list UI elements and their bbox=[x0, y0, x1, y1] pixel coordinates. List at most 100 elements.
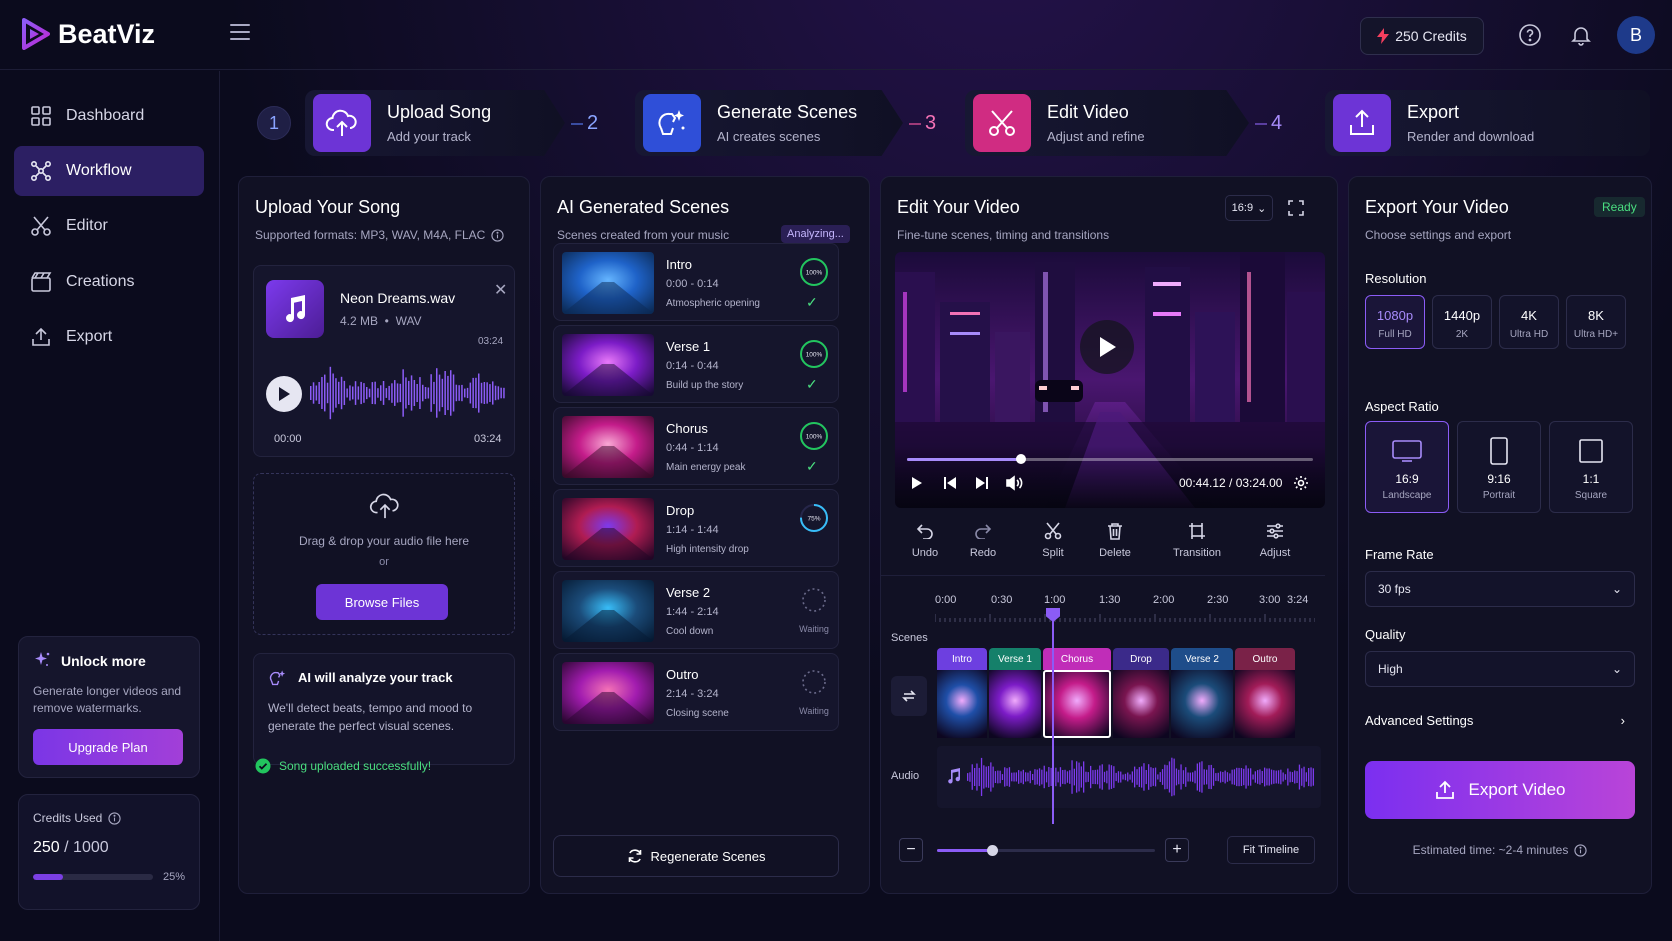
ai-sparkle-icon bbox=[268, 668, 288, 688]
user-avatar[interactable]: B bbox=[1617, 16, 1655, 54]
quality-select[interactable]: High⌄ bbox=[1365, 651, 1635, 687]
fit-timeline-button[interactable]: Fit Timeline bbox=[1227, 836, 1315, 864]
gear-icon[interactable] bbox=[1293, 475, 1309, 491]
scene-card-verse-2[interactable]: Verse 2 1:44 - 2:14 Cool downWaiting bbox=[553, 571, 839, 649]
upgrade-plan-button[interactable]: Upgrade Plan bbox=[33, 729, 183, 765]
credits-progress-fill bbox=[33, 874, 63, 880]
chevron-down-icon: ⌄ bbox=[1612, 582, 1622, 596]
menu-toggle-icon[interactable] bbox=[230, 24, 250, 40]
step-generate-scenes[interactable]: Generate ScenesAI creates scenes bbox=[635, 90, 903, 156]
zoom-out-button[interactable]: − bbox=[899, 838, 923, 862]
upload-panel: Upload Your Song Supported formats: MP3,… bbox=[238, 176, 530, 894]
video-preview[interactable]: 00:44.12 / 03:24.00 bbox=[895, 252, 1325, 508]
step-subtitle: AI creates scenes bbox=[717, 129, 857, 144]
help-icon[interactable] bbox=[1517, 22, 1543, 48]
scene-clip[interactable] bbox=[1235, 670, 1295, 738]
step-export[interactable]: ExportRender and download bbox=[1325, 90, 1650, 156]
step-edit-video[interactable]: Edit VideoAdjust and refine bbox=[965, 90, 1249, 156]
scene-clip[interactable] bbox=[937, 670, 987, 738]
scene-card-intro[interactable]: Intro 0:00 - 0:14 Atmospheric opening100… bbox=[553, 243, 839, 321]
step-number: 3 bbox=[925, 112, 936, 135]
play-button[interactable] bbox=[266, 376, 302, 412]
frame-rate-select[interactable]: 30 fps⌄ bbox=[1365, 571, 1635, 607]
file-format: WAV bbox=[396, 314, 422, 328]
aspect-ratio-select[interactable]: 16:9⌄ bbox=[1225, 195, 1273, 221]
browse-files-button[interactable]: Browse Files bbox=[316, 584, 448, 620]
video-controls: 00:44.12 / 03:24.00 bbox=[895, 446, 1325, 508]
tool-label: Undo bbox=[895, 547, 955, 559]
sidebar: Dashboard Workflow Editor Creations Expo… bbox=[0, 71, 220, 941]
swap-track-button[interactable] bbox=[891, 676, 927, 716]
logo-icon bbox=[22, 18, 50, 50]
clip-label[interactable]: Intro bbox=[937, 648, 987, 670]
aspect-option-landscape[interactable]: 16:9Landscape bbox=[1365, 421, 1449, 513]
redo-button[interactable]: Redo bbox=[953, 519, 1013, 559]
app-logo[interactable]: BeatViz bbox=[22, 18, 155, 50]
clip-label[interactable]: Verse 2 bbox=[1171, 648, 1233, 670]
zoom-slider[interactable] bbox=[937, 849, 1155, 852]
sidebar-item-creations[interactable]: Creations bbox=[14, 257, 204, 307]
scene-card-outro[interactable]: Outro 2:14 - 3:24 Closing sceneWaiting bbox=[553, 653, 839, 731]
file-duration: 03:24 bbox=[478, 336, 503, 347]
scene-clip[interactable] bbox=[1113, 670, 1169, 738]
scene-clip[interactable] bbox=[989, 670, 1041, 738]
info-icon[interactable] bbox=[1574, 844, 1587, 857]
volume-icon[interactable] bbox=[1005, 475, 1023, 491]
regenerate-scenes-button[interactable]: Regenerate Scenes bbox=[553, 835, 839, 877]
credits-used-value: 250 / 1000 bbox=[33, 839, 185, 857]
transition-button[interactable]: Transition bbox=[1167, 519, 1227, 559]
scene-card-chorus[interactable]: Chorus 0:44 - 1:14 Main energy peak100%✓ bbox=[553, 407, 839, 485]
aspect-option-square[interactable]: 1:1Square bbox=[1549, 421, 1633, 513]
check-circle-icon bbox=[255, 758, 271, 774]
play-icon[interactable] bbox=[911, 476, 923, 490]
skip-forward-icon[interactable] bbox=[975, 476, 989, 490]
split-button[interactable]: Split bbox=[1023, 519, 1083, 559]
credits-progress-track bbox=[33, 874, 153, 880]
clip-label[interactable]: Verse 1 bbox=[989, 648, 1041, 670]
skip-back-icon[interactable] bbox=[943, 476, 957, 490]
sidebar-item-editor[interactable]: Editor bbox=[14, 201, 204, 251]
info-icon[interactable] bbox=[108, 812, 121, 825]
aspect-option-portrait[interactable]: 9:16Portrait bbox=[1457, 421, 1541, 513]
advanced-settings-link[interactable]: Advanced Settings› bbox=[1365, 713, 1625, 728]
step-subtitle: Adjust and refine bbox=[1047, 129, 1145, 144]
resolution-option-1440p[interactable]: 1440p2K bbox=[1432, 295, 1492, 349]
scene-card-verse-1[interactable]: Verse 1 0:14 - 0:44 Build up the story10… bbox=[553, 325, 839, 403]
bell-icon[interactable] bbox=[1568, 22, 1594, 48]
audio-waveform[interactable] bbox=[310, 362, 506, 424]
delete-button[interactable]: Delete bbox=[1085, 519, 1145, 559]
video-scrubber-handle[interactable] bbox=[1016, 454, 1026, 464]
info-icon[interactable] bbox=[491, 229, 504, 242]
unlock-title: Unlock more bbox=[61, 653, 185, 669]
resolution-option-4k[interactable]: 4K Ultra HD bbox=[1499, 295, 1559, 349]
resolution-option-1080p[interactable]: 1080pFull HD bbox=[1365, 295, 1425, 349]
resolution-option-8k[interactable]: 8KUltra HD+ bbox=[1566, 295, 1626, 349]
step-upload-song[interactable]: Upload SongAdd your track bbox=[305, 90, 565, 156]
credits-button[interactable]: 250 Credits bbox=[1360, 17, 1484, 55]
sparkle-icon bbox=[33, 651, 51, 669]
clip-label[interactable]: Outro bbox=[1235, 648, 1295, 670]
sidebar-item-workflow[interactable]: Workflow bbox=[14, 146, 204, 196]
zoom-slider-handle[interactable] bbox=[987, 845, 998, 856]
option-main: 4K bbox=[1500, 308, 1558, 323]
audio-track[interactable] bbox=[937, 746, 1321, 808]
export-video-button[interactable]: Export Video bbox=[1365, 761, 1635, 819]
scene-card-drop[interactable]: Drop 1:14 - 1:44 High intensity drop75% bbox=[553, 489, 839, 567]
option-sub: Ultra HD bbox=[1500, 329, 1558, 340]
close-icon[interactable]: ✕ bbox=[494, 280, 507, 300]
sidebar-item-dashboard[interactable]: Dashboard bbox=[14, 91, 204, 141]
adjust-button[interactable]: Adjust bbox=[1245, 519, 1305, 559]
zoom-in-button[interactable]: + bbox=[1165, 838, 1189, 862]
big-play-button[interactable] bbox=[1080, 320, 1134, 374]
undo-button[interactable]: Undo bbox=[895, 519, 955, 559]
cloud-upload-icon bbox=[369, 492, 401, 520]
fullscreen-icon[interactable] bbox=[1283, 195, 1309, 221]
file-dropzone[interactable]: Drag & drop your audio file here or Brow… bbox=[253, 473, 515, 635]
video-scrubber[interactable] bbox=[907, 458, 1313, 461]
scene-clip[interactable] bbox=[1171, 670, 1233, 738]
progress-ring: 100% bbox=[800, 258, 828, 286]
progress-text: 75% bbox=[807, 516, 820, 523]
step-4-number: 4 bbox=[1255, 112, 1282, 135]
clip-label[interactable]: Drop bbox=[1113, 648, 1169, 670]
sidebar-item-export[interactable]: Export bbox=[14, 312, 204, 362]
